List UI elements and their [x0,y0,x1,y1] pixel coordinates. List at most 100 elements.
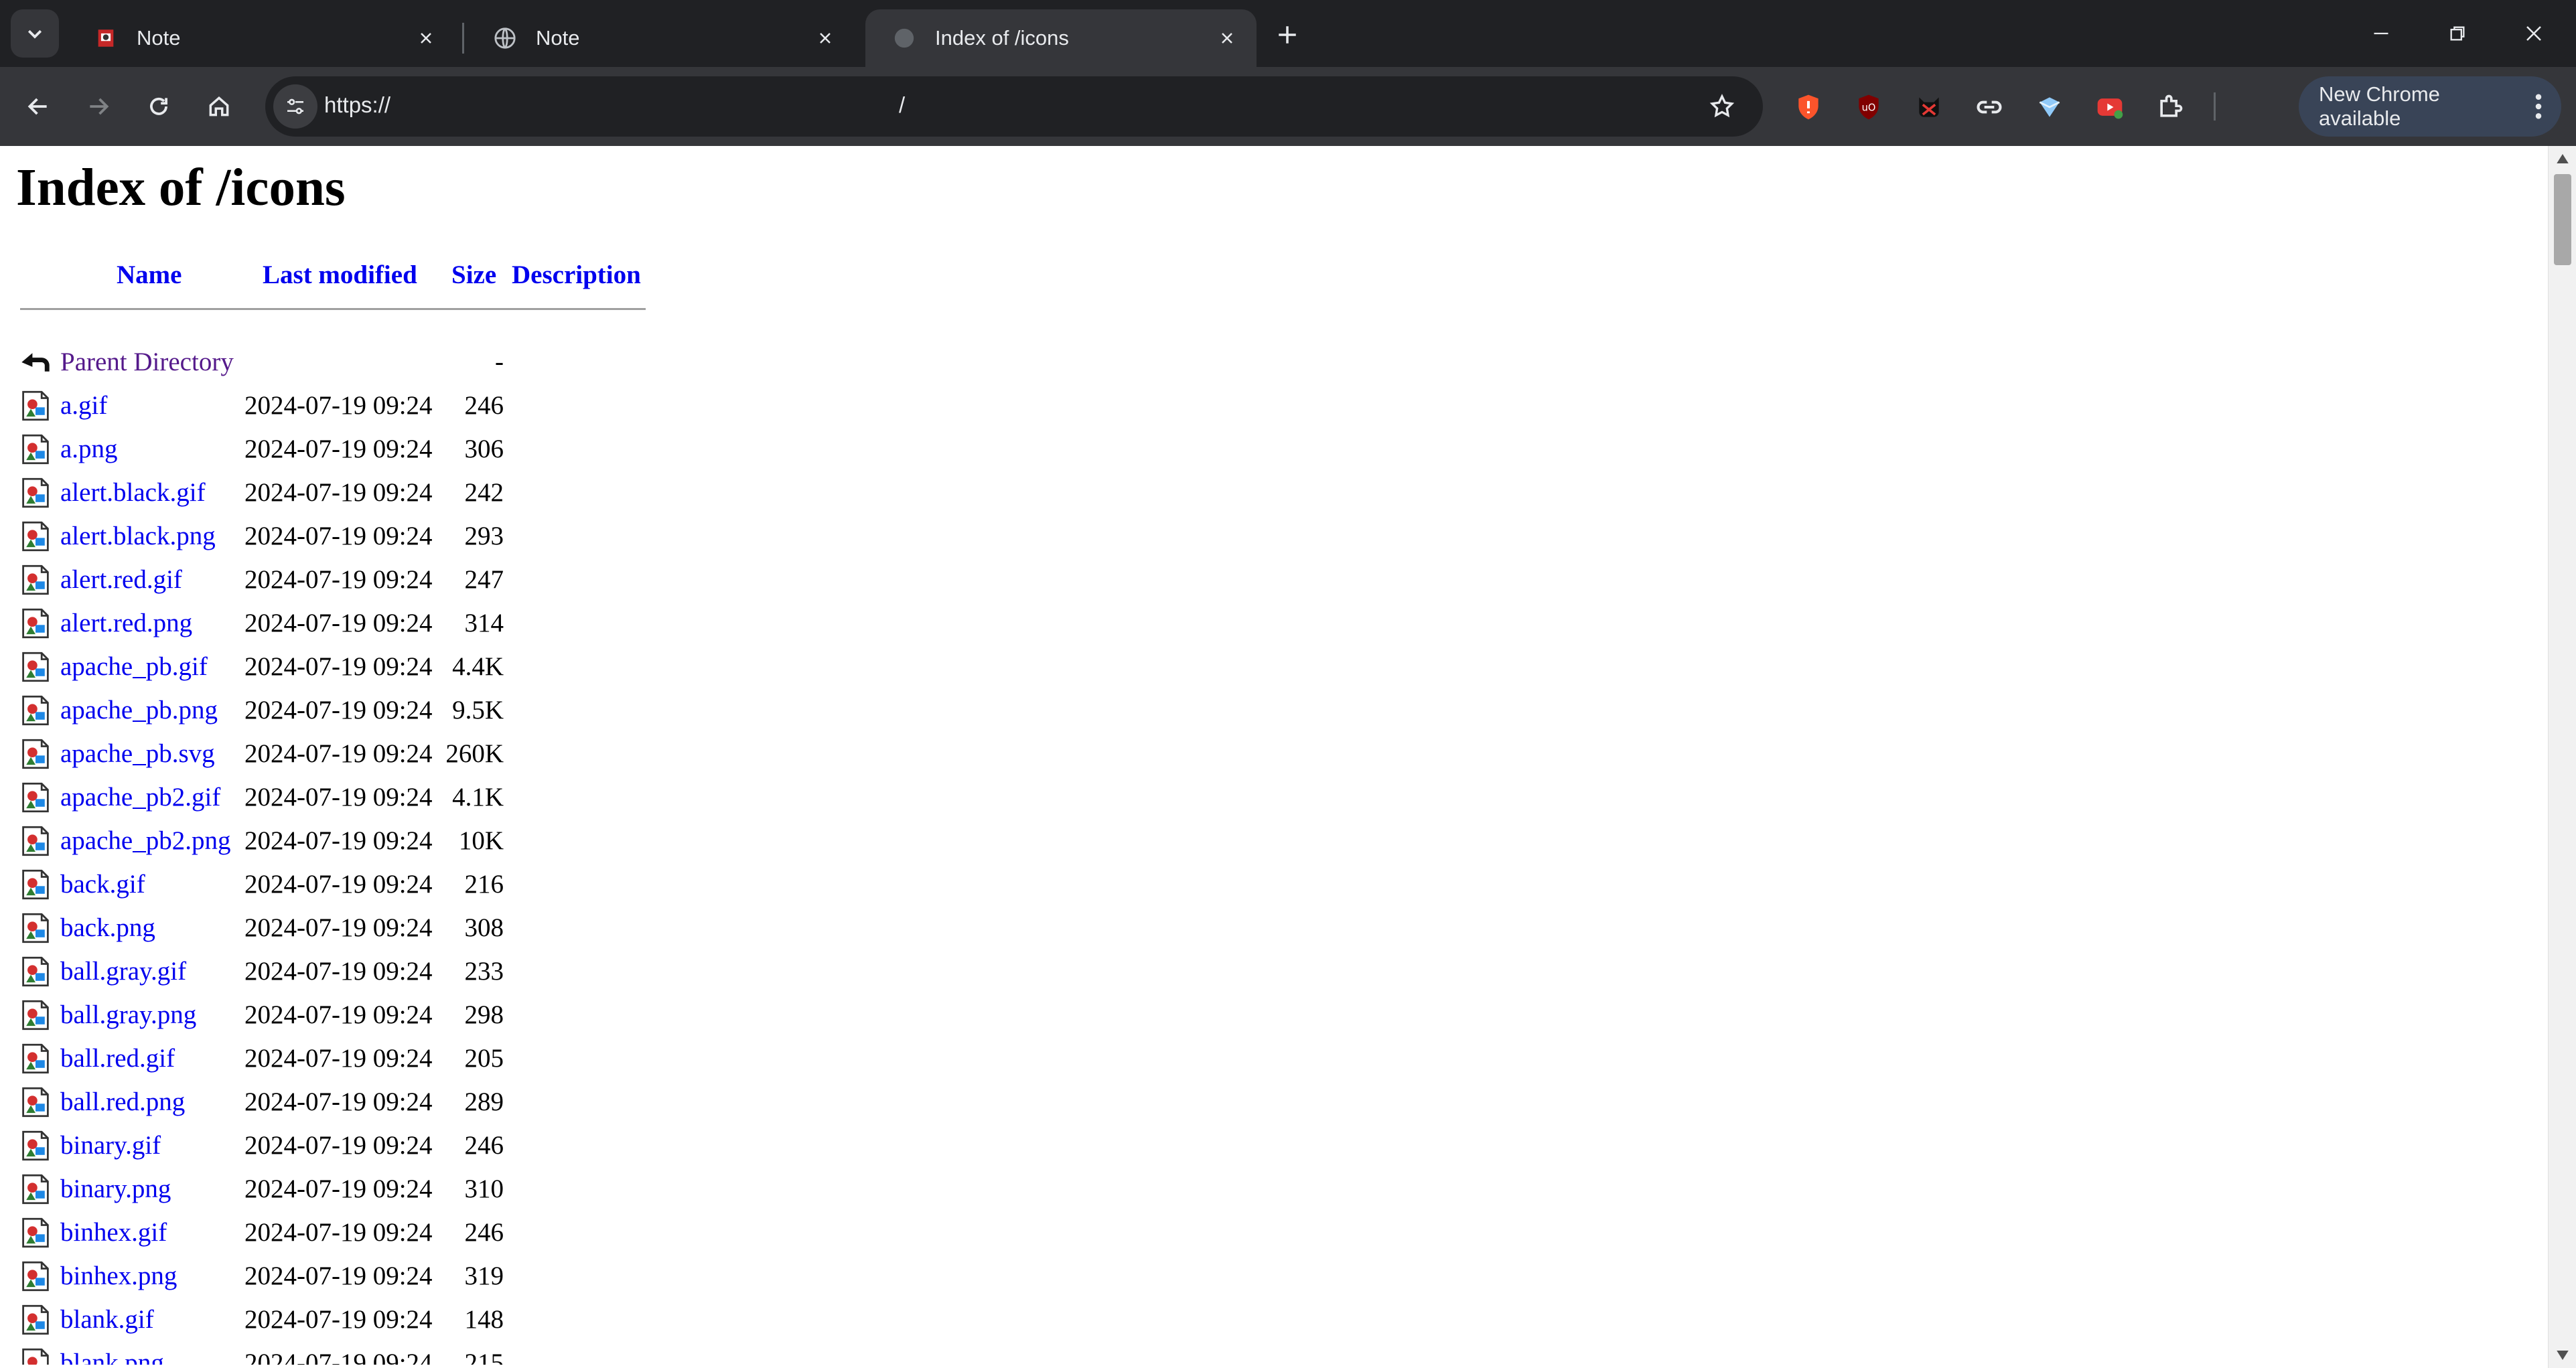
close-window-button[interactable] [2497,9,2571,58]
last-modified-cell: 2024-07-19 09:24 [244,1087,433,1116]
file-link[interactable]: apache_pb2.png [60,819,231,862]
close-icon[interactable] [414,26,438,50]
size-cell: 216 [464,870,504,899]
new-chrome-available-button[interactable]: New Chrome available [2299,76,2561,137]
tab-note-1[interactable]: Note [67,9,455,67]
home-button[interactable] [197,84,241,129]
file-link[interactable]: apache_pb2.gif [60,775,220,819]
file-row: binhex.gif 2024-07-19 09:24 246 [16,1211,646,1254]
file-link[interactable]: binhex.png [60,1254,177,1298]
minimize-button[interactable] [2344,9,2418,58]
chevron-down-icon [27,29,42,39]
cat-extension-icon[interactable] [1910,88,1948,126]
file-row: binhex.png 2024-07-19 09:24 319 [16,1254,646,1298]
file-link[interactable]: ball.gray.gif [60,949,186,993]
bookmark-button[interactable] [1701,86,1743,127]
column-header-name[interactable]: Name [117,260,182,290]
column-header-last-modified[interactable]: Last modified [263,260,417,290]
file-row: ball.red.png 2024-07-19 09:24 289 [16,1080,646,1124]
url-path: / [899,92,906,117]
tab-index-of-icons[interactable]: Index of /icons [865,9,1257,67]
site-info-button[interactable] [273,84,317,129]
youtube-extension-icon[interactable] [2091,88,2129,126]
back-arrow-icon [21,353,50,372]
scrollbar-thumb[interactable] [2554,174,2571,265]
file-link[interactable]: alert.black.png [60,514,216,558]
size-cell: 148 [464,1305,504,1334]
brave-shield-icon[interactable] [1790,88,1827,126]
file-link[interactable]: ball.gray.png [60,993,196,1037]
file-link[interactable]: apache_pb.gif [60,645,208,688]
last-modified-cell: 2024-07-19 09:24 [244,739,433,768]
last-modified-cell: 2024-07-19 09:24 [244,1044,433,1073]
plus-icon [1279,26,1296,44]
toolbar-divider [2214,92,2216,121]
size-cell: 246 [464,391,504,420]
column-header-description[interactable]: Description [512,260,641,290]
size-cell: - [495,348,504,376]
back-button[interactable] [16,84,60,129]
size-cell: 9.5K [452,696,504,725]
scroll-up-arrow-icon[interactable] [2555,151,2570,166]
restore-button[interactable] [2421,9,2494,58]
arrow-left-icon [27,98,47,115]
globe-icon [493,26,517,50]
file-link[interactable]: a.png [60,427,118,471]
address-bar[interactable]: https:// / [265,76,1763,137]
file-link[interactable]: binhex.gif [60,1211,167,1254]
cube-extension-icon[interactable] [2031,88,2068,126]
ublock-icon[interactable]: uO [1850,88,1887,126]
file-link[interactable]: a.gif [60,384,107,427]
file-row: binary.png 2024-07-19 09:24 310 [16,1167,646,1211]
image-file-icon [22,1217,49,1248]
file-row: apache_pb.svg 2024-07-19 09:24 260K [16,732,646,775]
file-link[interactable]: blank.gif [60,1298,154,1341]
image-file-icon [22,782,49,813]
file-link[interactable]: apache_pb.png [60,688,218,732]
tab-title: Note [536,26,580,50]
file-link[interactable]: alert.red.png [60,601,192,645]
size-cell: 260K [445,739,504,768]
file-link[interactable]: ball.red.gif [60,1037,175,1080]
minimize-icon [2374,32,2388,35]
image-file-icon [22,1000,49,1031]
size-cell: 242 [464,478,504,507]
parent-directory-link[interactable]: Parent Directory [60,340,234,384]
file-link[interactable]: alert.black.gif [60,471,206,514]
link-icon[interactable] [1971,88,2008,126]
forward-button[interactable] [76,84,121,129]
file-link[interactable]: back.gif [60,862,145,906]
column-header-size[interactable]: Size [451,260,496,290]
size-cell: 308 [464,913,504,942]
star-icon [1709,94,1735,118]
image-file-icon [22,608,49,639]
last-modified-cell: 2024-07-19 09:24 [244,1000,433,1029]
close-icon[interactable] [1215,26,1239,50]
file-link[interactable]: binary.gif [60,1124,161,1167]
last-modified-cell: 2024-07-19 09:24 [244,1349,433,1365]
image-file-icon [22,1304,49,1335]
parent-directory-row: Parent Directory - [16,340,646,384]
scroll-down-arrow-icon[interactable] [2555,1348,2570,1363]
last-modified-cell: 2024-07-19 09:24 [244,870,433,899]
tab-note-2[interactable]: Note [466,9,855,67]
file-link[interactable]: binary.png [60,1167,171,1211]
reload-button[interactable] [137,84,181,129]
file-link[interactable]: alert.red.gif [60,558,182,601]
size-cell: 314 [464,609,504,637]
puzzle-icon[interactable] [2151,88,2189,126]
close-icon[interactable] [813,26,837,50]
tab-search-button[interactable] [11,9,59,58]
file-row: back.gif 2024-07-19 09:24 216 [16,862,646,906]
more-vert-icon[interactable] [2525,94,2552,119]
vertical-scrollbar[interactable] [2548,146,2576,1368]
last-modified-cell: 2024-07-19 09:24 [244,696,433,725]
file-link[interactable]: back.png [60,906,155,949]
file-row: alert.black.gif 2024-07-19 09:24 242 [16,471,646,514]
page-title: Index of /icons [16,159,346,217]
file-link[interactable]: blank.png [60,1341,164,1365]
image-file-icon [22,1130,49,1161]
file-link[interactable]: apache_pb.svg [60,732,215,775]
file-link[interactable]: ball.red.png [60,1080,185,1124]
new-tab-button[interactable] [1267,15,1307,55]
